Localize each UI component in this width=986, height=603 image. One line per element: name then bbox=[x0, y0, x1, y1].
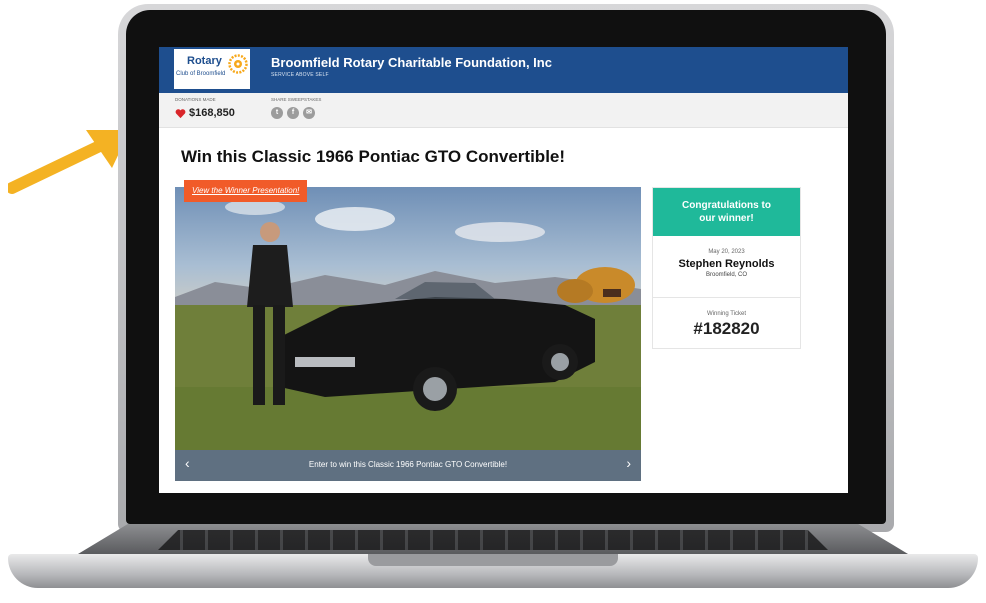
car-photo bbox=[175, 187, 641, 450]
winning-ticket: Winning Ticket #182820 bbox=[653, 298, 800, 339]
winner-name: Stephen Reynolds bbox=[678, 258, 775, 270]
winner-date: May 20, 2023 bbox=[708, 249, 745, 255]
org-motto: SERVICE ABOVE SELF bbox=[271, 72, 329, 78]
browser-screen: Rotary Club of Broomfield Broomfield Rot… bbox=[159, 47, 848, 493]
ticket-label: Winning Ticket bbox=[706, 311, 746, 317]
donations-row: $168,850 bbox=[175, 107, 235, 119]
logo-sub: Club of Broomfield bbox=[176, 71, 226, 77]
winner-location: Broomfield, CO bbox=[705, 272, 747, 278]
laptop-base bbox=[8, 524, 978, 598]
donations-label: DONATIONS MADE bbox=[175, 97, 216, 102]
email-icon[interactable]: ✉ bbox=[303, 107, 315, 119]
twitter-icon[interactable]: t bbox=[271, 107, 283, 119]
winner-card-title: Congratulations to our winner! bbox=[653, 188, 800, 236]
winner-card: Congratulations to our winner! May 20, 2… bbox=[652, 187, 801, 349]
org-title: Broomfield Rotary Charitable Foundation,… bbox=[271, 55, 552, 70]
heart-icon bbox=[175, 108, 186, 118]
page-title: Win this Classic 1966 Pontiac GTO Conver… bbox=[181, 147, 566, 166]
share-icons: t f ✉ bbox=[271, 107, 315, 119]
laptop-deck bbox=[8, 554, 978, 588]
trackpad bbox=[368, 554, 618, 566]
facebook-icon[interactable]: f bbox=[287, 107, 299, 119]
rotary-logo[interactable]: Rotary Club of Broomfield bbox=[174, 49, 250, 89]
carousel-caption-bar: ‹ Enter to win this Classic 1966 Pontiac… bbox=[175, 450, 641, 481]
carousel-caption: Enter to win this Classic 1966 Pontiac G… bbox=[308, 460, 508, 469]
winner-details: May 20, 2023 Stephen Reynolds Broomfield… bbox=[653, 236, 800, 298]
stats-bar: DONATIONS MADE $168,850 SHARE SWEEPSTAKE… bbox=[159, 93, 848, 128]
rotary-wheel-icon bbox=[228, 54, 248, 74]
keyboard bbox=[158, 530, 828, 550]
logo-name: Rotary bbox=[187, 55, 222, 67]
carousel-next-chevron-icon[interactable]: › bbox=[626, 455, 631, 471]
view-winner-presentation-link[interactable]: View the Winner Presentation! bbox=[184, 180, 308, 202]
car-photo-illustration bbox=[175, 199, 641, 450]
ticket-number: #182820 bbox=[693, 319, 760, 338]
donations-amount: $168,850 bbox=[189, 107, 235, 119]
site-header: Rotary Club of Broomfield Broomfield Rot… bbox=[159, 47, 848, 93]
share-label: SHARE SWEEPSTAKES bbox=[271, 97, 322, 102]
